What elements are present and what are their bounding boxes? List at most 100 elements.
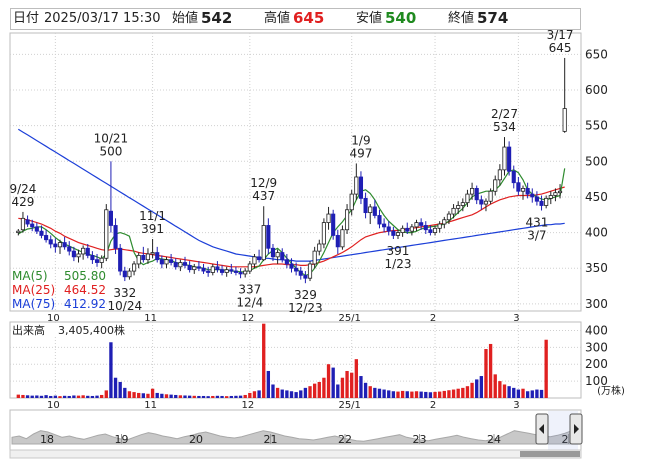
navigator-label: 22: [338, 433, 352, 446]
peak-annotation: 9/24 429: [9, 182, 36, 209]
navigator-label: 21: [264, 433, 278, 446]
volume-bar: [160, 393, 164, 398]
candle: [344, 209, 350, 231]
volume-bar: [451, 389, 456, 398]
volume-bar: [192, 395, 196, 398]
peak-annotation: 337 12/4: [236, 282, 263, 309]
candle: [432, 227, 438, 233]
volume-bar: [132, 392, 136, 398]
candle: [229, 269, 234, 272]
navigator-label: 23: [413, 433, 427, 446]
candle: [321, 222, 326, 245]
candle: [340, 229, 345, 248]
scrollbar-thumb[interactable]: [520, 451, 580, 457]
volume-bar: [345, 370, 349, 398]
volume-bar: [35, 395, 39, 398]
volume-bar: [368, 386, 372, 398]
volume-bar: [90, 395, 95, 398]
navigator-label: 19: [115, 433, 129, 446]
candle: [187, 264, 192, 271]
volume-bar: [289, 391, 294, 398]
volume-bar: [539, 389, 544, 398]
candle: [363, 197, 368, 214]
volume-bar: [303, 387, 308, 398]
candle: [377, 215, 382, 225]
candle: [141, 254, 146, 261]
price-tick-label: 350: [585, 261, 608, 275]
candle: [437, 223, 442, 229]
volume-bar: [326, 364, 331, 398]
volume-bar: [234, 395, 238, 398]
month-tick-label: 11: [144, 400, 157, 411]
candle: [266, 225, 271, 249]
peak-annotation: 2/27 534: [491, 107, 518, 134]
volume-bar: [465, 386, 470, 398]
volume-bar: [340, 377, 345, 398]
ma-legend-value: 464.52: [64, 283, 106, 297]
peak-annotation: 431 3/7: [525, 215, 548, 242]
candle: [474, 187, 479, 201]
price-tick-label: 550: [585, 119, 608, 133]
candle: [99, 257, 104, 263]
candle: [414, 222, 419, 228]
volume-bar: [238, 395, 243, 398]
candle: [30, 223, 35, 228]
volume-bar: [498, 381, 502, 398]
ma-legend-value: 505.80: [64, 269, 106, 283]
candle: [312, 250, 317, 265]
volume-bar: [252, 391, 257, 398]
volume-bar: [363, 382, 368, 398]
volume-bar: [183, 395, 187, 398]
volume-bar: [146, 393, 150, 398]
candle: [90, 254, 95, 261]
ma-legend-label: MA(25): [12, 283, 55, 297]
candle: [395, 232, 401, 236]
candle: [39, 230, 44, 236]
candle: [368, 206, 373, 214]
candle: [400, 227, 405, 233]
candle: [238, 272, 243, 275]
volume-bar: [336, 384, 340, 398]
volume-bar: [377, 388, 382, 398]
navigator-scrollbar[interactable]: [9, 449, 582, 459]
candle: [71, 250, 76, 258]
candle: [210, 266, 215, 273]
volume-unit-label: (万株): [597, 384, 625, 397]
peak-annotation: 1/9 497: [350, 133, 373, 160]
candle: [534, 196, 539, 202]
chart-canvas: 65060055050045040035030010 11 12 25/1 2 39/24…: [9, 28, 625, 459]
candle: [224, 269, 229, 273]
price-tick-label: 600: [585, 83, 608, 97]
volume-bar: [229, 395, 233, 398]
volume-bar: [187, 395, 192, 398]
candle: [243, 270, 248, 275]
volume-bar: [211, 395, 215, 398]
stock-chart-widget: 日付 2025/03/17 15:30 始値 542 高値 645 安値 540…: [0, 0, 653, 470]
volume-bar: [169, 394, 173, 398]
candle: [270, 247, 276, 258]
volume-bar: [535, 389, 539, 398]
candle: [520, 187, 526, 192]
candle: [150, 252, 155, 255]
price-tick-label: 300: [585, 297, 608, 311]
candle: [553, 192, 558, 196]
volume-bar: [521, 388, 525, 398]
volume-bar: [220, 395, 224, 398]
candle: [326, 213, 331, 224]
volume-bar: [178, 395, 183, 398]
candle: [488, 190, 493, 202]
volume-bar: [123, 387, 127, 398]
candle: [53, 243, 58, 248]
volume-bar: [118, 381, 122, 398]
volume-bar: [493, 374, 497, 398]
candle: [460, 202, 465, 206]
volume-bar: [206, 396, 210, 398]
volume-bar: [113, 377, 118, 398]
volume-bar: [141, 393, 145, 398]
candle: [122, 270, 127, 278]
candle: [257, 256, 262, 261]
volume-bar: [387, 390, 391, 398]
candle: [465, 193, 470, 204]
price-tick-label: 650: [585, 47, 608, 61]
price-tick-label: 450: [585, 190, 608, 204]
